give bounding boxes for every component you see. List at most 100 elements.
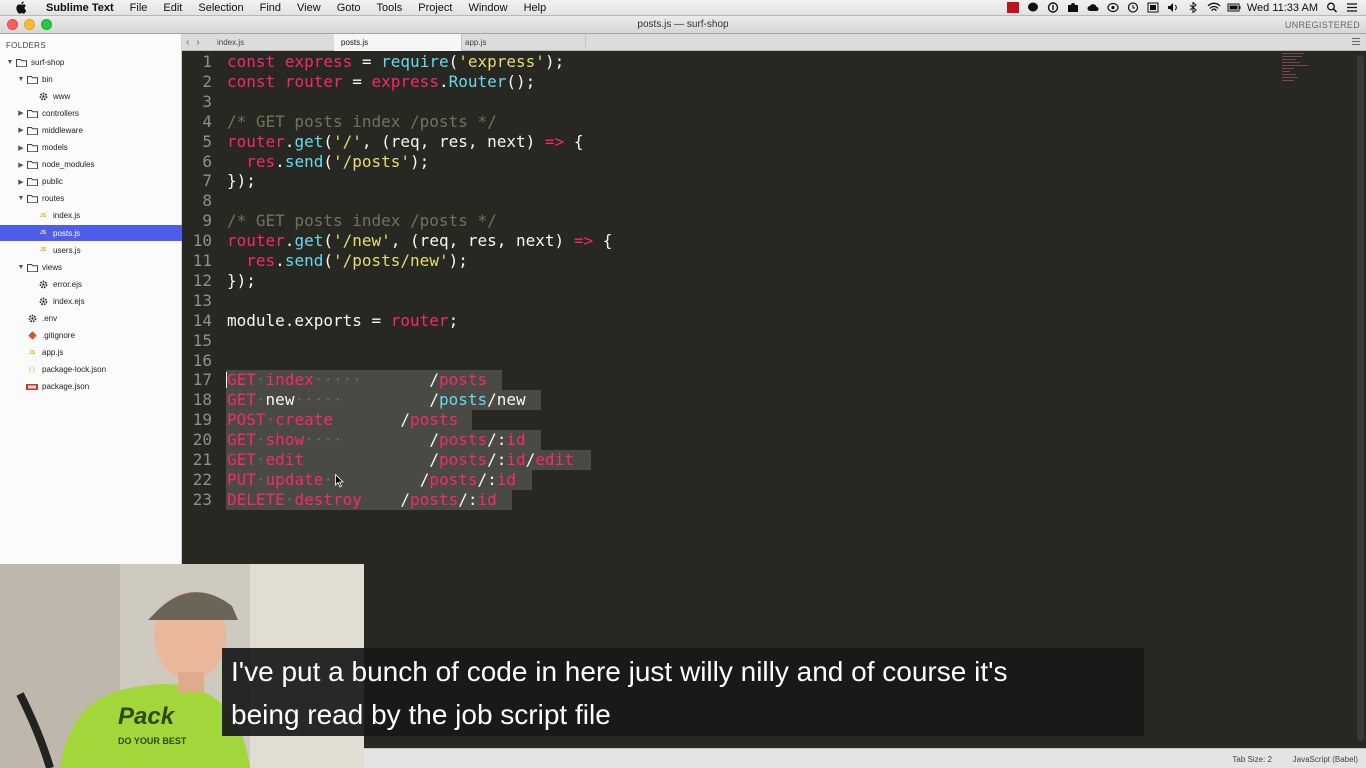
code-line[interactable]: 6 res.send('/posts');	[182, 152, 1272, 172]
wifi-icon[interactable]	[1207, 2, 1221, 13]
menu-view[interactable]: View	[289, 2, 329, 14]
menu-app-name[interactable]: Sublime Text	[38, 2, 122, 14]
sidebar-item-routes[interactable]: ▼ routes	[0, 191, 182, 207]
code-line[interactable]: 18 GET·new····· /posts/new	[182, 390, 1272, 411]
disclosure-open-icon[interactable]: ▼	[17, 195, 25, 202]
code-token: GET	[227, 450, 256, 469]
sidebar-item-label: middleware	[42, 125, 83, 135]
cloud-icon[interactable]	[1087, 2, 1099, 13]
minimap[interactable]	[1282, 53, 1310, 87]
tab-posts-js[interactable]: posts.js	[334, 34, 462, 51]
menubar-clock[interactable]: Wed 11:33 AM	[1247, 2, 1318, 14]
code-token: POST	[227, 410, 266, 430]
sidebar-item-bin[interactable]: ▼ bin	[0, 71, 182, 87]
code-line[interactable]: 20 GET·show···· /posts/:id	[182, 430, 1272, 451]
sidebar-item-gitignore[interactable]: .gitignore	[0, 328, 182, 344]
syntax-indicator[interactable]: JavaScript (Babel)	[1293, 755, 1358, 764]
sidebar-item-node-modules[interactable]: ▶ node_modules	[0, 157, 182, 173]
sidebar-item-package-lock-json[interactable]: { } package-lock.json	[0, 362, 182, 378]
code-line[interactable]: 16	[182, 351, 1272, 371]
code-line[interactable]: 7});	[182, 171, 1272, 191]
code-line[interactable]: 17 GET·index····· /posts	[182, 370, 1272, 391]
code-text: DELETE·destroy /posts/:id	[227, 490, 497, 510]
list-icon[interactable]	[1346, 2, 1358, 13]
battery-icon[interactable]	[1227, 2, 1241, 13]
code-line[interactable]: 1 const express = require('express');	[182, 52, 1272, 72]
tab-size-indicator[interactable]: Tab Size: 2	[1232, 755, 1272, 764]
chat-bubble-icon[interactable]	[1027, 2, 1039, 13]
sidebar-item-www[interactable]: www	[0, 88, 182, 104]
disclosure-open-icon[interactable]: ▼	[17, 76, 25, 83]
disclosure-open-icon[interactable]: ▼	[17, 264, 25, 271]
code-line[interactable]: 11 res.send('/posts/new');	[182, 251, 1272, 271]
menu-selection[interactable]: Selection	[190, 2, 251, 14]
sidebar-item-env[interactable]: .env	[0, 311, 182, 327]
disclosure-closed-icon[interactable]: ▶	[17, 178, 25, 186]
code-line[interactable]: 19 POST·create /posts	[182, 410, 1272, 431]
menu-tools[interactable]: Tools	[369, 2, 411, 14]
code-line[interactable]: 13	[182, 291, 1272, 311]
menu-edit[interactable]: Edit	[155, 2, 190, 14]
record-icon[interactable]	[1006, 2, 1019, 13]
menu-window[interactable]: Window	[460, 2, 515, 14]
tab-menu-icon[interactable]	[1352, 38, 1360, 47]
puzzle-icon[interactable]	[1067, 2, 1079, 13]
code-line[interactable]: 23 DELETE·destroy /posts/:id	[182, 489, 1272, 510]
sidebar-item-label: controllers	[42, 108, 79, 118]
menu-project[interactable]: Project	[410, 2, 460, 14]
sidebar-item-index-ejs[interactable]: index.ejs	[0, 293, 182, 309]
folder-icon	[14, 58, 28, 67]
sidebar-item-models[interactable]: ▶ models	[0, 140, 182, 156]
code-line[interactable]: 3	[182, 92, 1272, 112]
apple-icon[interactable]	[14, 1, 28, 15]
code-line[interactable]: 5 router.get('/', (req, res, next) => {	[182, 132, 1272, 152]
sidebar-item-surf-shop[interactable]: ▼ surf-shop	[0, 54, 182, 70]
code-line[interactable]: 9 /* GET posts index /posts */	[182, 211, 1272, 231]
sidebar-item-index-js[interactable]: JS index.js	[0, 208, 182, 224]
eye-icon[interactable]	[1107, 2, 1119, 13]
menu-help[interactable]: Help	[516, 2, 555, 14]
code-line[interactable]: 8	[182, 191, 1272, 211]
editor-scrollbar[interactable]	[1357, 55, 1364, 741]
chevron-right-icon[interactable]: ›	[196, 37, 199, 48]
code-line[interactable]: 12});	[182, 271, 1272, 291]
menu-find[interactable]: Find	[252, 2, 289, 14]
code-line[interactable]: 15	[182, 331, 1272, 351]
code-line[interactable]: 2 const router = express.Router();	[182, 72, 1272, 92]
code-line[interactable]: 14 module.exports = router;	[182, 311, 1272, 331]
tab-index-js[interactable]: index.js	[210, 34, 338, 51]
sidebar-item-views[interactable]: ▼ views	[0, 259, 182, 275]
chevron-left-icon[interactable]: ‹	[186, 37, 189, 48]
search-icon[interactable]	[1326, 2, 1338, 13]
display-icon[interactable]	[1147, 2, 1159, 13]
tab-app-js[interactable]: app.js	[458, 34, 586, 51]
sidebar-item-package-json[interactable]: package.json	[0, 379, 182, 395]
sidebar-item-posts-js[interactable]: JS posts.js	[0, 225, 182, 241]
code-token: );	[410, 151, 430, 171]
unregistered-label: UNREGISTERED	[1284, 19, 1360, 30]
bluetooth-icon[interactable]	[1187, 1, 1199, 14]
sidebar-item-public[interactable]: ▶ public	[0, 174, 182, 190]
volume-icon[interactable]	[1167, 2, 1179, 13]
sidebar-item-controllers[interactable]: ▶ controllers	[0, 105, 182, 121]
disclosure-closed-icon[interactable]: ▶	[17, 144, 25, 152]
time-machine-icon[interactable]	[1127, 2, 1139, 13]
code-token: );	[448, 251, 468, 270]
code-line[interactable]: 21 GET·edit /posts/:id/edit	[182, 450, 1272, 470]
code-token: module.exports =	[227, 310, 391, 330]
sidebar-item-users-js[interactable]: JS users.js	[0, 242, 182, 258]
sidebar-item-error-ejs[interactable]: error.ejs	[0, 276, 182, 292]
disclosure-open-icon[interactable]: ▼	[6, 59, 14, 66]
disclosure-closed-icon[interactable]: ▶	[17, 161, 25, 169]
sidebar-item-app-js[interactable]: JS app.js	[0, 345, 182, 361]
code-line[interactable]: 22 PUT·update· /posts/:id	[182, 469, 1272, 490]
code-line[interactable]: 4 /* GET posts index /posts */	[182, 112, 1272, 132]
sidebar-item-middleware[interactable]: ▶ middleware	[0, 122, 182, 138]
disclosure-closed-icon[interactable]: ▶	[17, 109, 25, 117]
menu-goto[interactable]: Goto	[329, 2, 369, 14]
sidebar-item-label: bin	[42, 74, 53, 84]
disclosure-closed-icon[interactable]: ▶	[17, 126, 25, 134]
code-line[interactable]: 10 router.get('/new', (req, res, next) =>…	[182, 231, 1272, 251]
menu-file[interactable]: File	[122, 2, 156, 14]
info-circle-icon[interactable]	[1047, 2, 1059, 13]
